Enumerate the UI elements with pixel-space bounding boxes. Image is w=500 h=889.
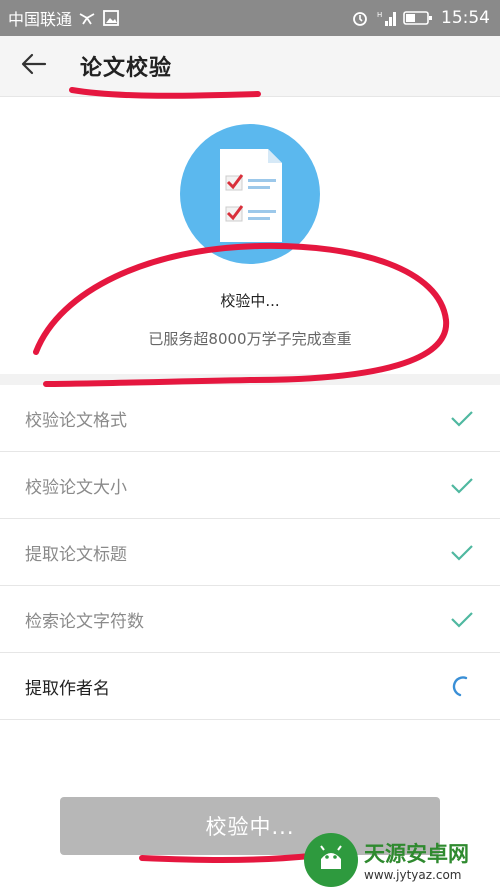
android-logo-icon bbox=[304, 832, 358, 887]
app-bar: 论文校验 bbox=[0, 36, 500, 97]
site-watermark: 天源安卓网 www.jytyaz.com bbox=[304, 830, 500, 889]
checklist-item-author: 提取作者名 bbox=[0, 653, 500, 720]
checklist-item-format: 校验论文格式 bbox=[0, 385, 500, 452]
checklist-item-label: 校验论文格式 bbox=[25, 410, 127, 431]
checkmark-icon bbox=[450, 473, 474, 497]
checkmark-icon bbox=[450, 540, 474, 564]
watermark-url: www.jytyaz.com bbox=[364, 867, 462, 882]
carrier-name: 中国联通 bbox=[8, 10, 73, 29]
checklist-item-title: 提取论文标题 bbox=[0, 519, 500, 586]
back-button[interactable] bbox=[14, 46, 54, 86]
page-title: 论文校验 bbox=[80, 56, 173, 81]
watermark-name: 天源安卓网 bbox=[364, 841, 469, 866]
image-icon bbox=[102, 9, 120, 27]
checklist-item-label: 提取论文标题 bbox=[25, 544, 127, 565]
battery-icon bbox=[403, 9, 433, 27]
status-bar: 中国联通 H 15:54 bbox=[0, 0, 500, 36]
loading-spinner-icon bbox=[450, 674, 474, 698]
svg-text:H: H bbox=[377, 11, 382, 19]
hero-illustration bbox=[180, 124, 320, 264]
section-divider bbox=[0, 374, 500, 385]
verification-checklist: 校验论文格式 校验论文大小 提取论文标题 检索论文字符数 提取作者名 bbox=[0, 385, 500, 720]
checkmark-icon bbox=[450, 406, 474, 430]
notification-icon bbox=[78, 9, 96, 27]
checklist-item-label: 检索论文字符数 bbox=[25, 611, 144, 632]
signal-icon: H bbox=[377, 9, 396, 27]
checklist-item-label: 校验论文大小 bbox=[25, 477, 127, 498]
checklist-item-size: 校验论文大小 bbox=[0, 452, 500, 519]
checklist-document-icon bbox=[220, 149, 282, 242]
app-screen: 中国联通 H 15:54 论文校验 校验中... 已服务超8000万学子完成查重… bbox=[0, 0, 500, 889]
clock: 15:54 bbox=[441, 8, 490, 28]
checklist-item-label: 提取作者名 bbox=[25, 678, 110, 699]
verification-status: 校验中... bbox=[220, 292, 280, 310]
checklist-item-char-count: 检索论文字符数 bbox=[0, 586, 500, 653]
arrow-left-icon bbox=[21, 51, 47, 81]
alarm-icon bbox=[351, 9, 369, 27]
checkmark-icon bbox=[450, 607, 474, 631]
served-users-text: 已服务超8000万学子完成查重 bbox=[148, 330, 352, 348]
